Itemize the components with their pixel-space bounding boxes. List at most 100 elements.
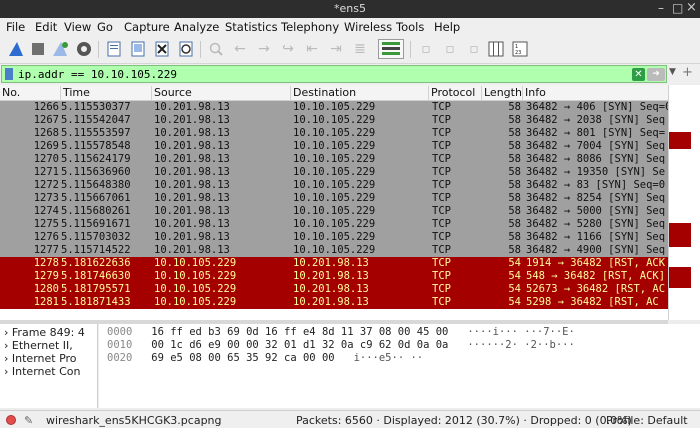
packet-row[interactable]: 1271 5.115636960 10.201.98.13 10.10.105.229… [0,166,668,179]
packet-row[interactable]: 1272 5.115648380 10.201.98.13 10.10.105.229… [0,179,668,192]
column-header-length[interactable]: Length [482,86,523,101]
packet-list-scrollbar[interactable] [668,85,700,320]
packet-cell-no: 1279 [33,270,59,282]
expand-icon[interactable]: › [4,339,8,352]
packet-cell-no: 1269 [33,140,59,152]
column-header-info[interactable]: Info [523,86,668,101]
packet-row[interactable]: 1274 5.115680261 10.201.98.13 10.10.105.229… [0,205,668,218]
menu-file[interactable]: File [6,20,25,34]
column-header-protocol[interactable]: Protocol [429,86,482,101]
packet-row[interactable]: 1267 5.115542047 10.201.98.13 10.10.105.229… [0,114,668,127]
menu-statistics[interactable]: Statistics [225,20,278,34]
find-packet-button[interactable] [206,39,226,59]
autoscroll-button[interactable]: ≣ [350,39,370,59]
packet-row[interactable]: 1273 5.115667061 10.201.98.13 10.10.105.229… [0,192,668,205]
display-filter-input[interactable] [18,67,628,81]
chevron-down-icon[interactable]: ▼ [669,67,676,77]
column-header-no[interactable]: No. [0,86,61,101]
expert-info-icon[interactable] [6,415,16,425]
colorize-button[interactable] [378,39,404,59]
edit-comment-icon[interactable]: ✎ [24,414,33,427]
packet-cell-dst: 10.201.98.13 [293,270,369,282]
autoscroll-icon: ≣ [354,41,366,57]
packet-row[interactable]: 1269 5.115578548 10.201.98.13 10.10.105.229… [0,140,668,153]
packet-cell-len: 54 [508,270,521,282]
close-button[interactable]: × [686,0,697,15]
packet-cell-no: 1275 [33,218,59,230]
add-filter-icon[interactable]: + [682,65,693,80]
packet-cell-time: 5.115542047 [61,114,131,126]
go-to-packet-button[interactable]: ↪ [278,39,298,59]
detail-row-icmp[interactable]: › Internet Con [4,365,80,378]
packet-cell-len: 58 [508,153,521,165]
packet-row[interactable]: 1279 5.181746630 10.10.105.229 10.201.98.13… [0,270,668,283]
packet-cell-info: 36482 → 4900 [SYN] Seq [526,244,666,256]
column-header-source[interactable]: Source [152,86,291,101]
open-file-button[interactable] [104,39,124,59]
stop-capture-button[interactable] [28,39,48,59]
packet-cell-dst: 10.201.98.13 [293,283,369,295]
packet-row[interactable]: 1277 5.115714522 10.201.98.13 10.10.105.229… [0,244,668,257]
column-header-destination[interactable]: Destination [291,86,429,101]
resize-columns-button[interactable] [486,39,506,59]
packet-cell-src: 10.201.98.13 [154,114,230,126]
last-packet-button[interactable]: ⇥ [326,39,346,59]
packet-cell-proto: TCP [432,283,451,295]
restart-capture-button[interactable] [50,39,70,59]
packet-row[interactable]: 1281 5.181871433 10.10.105.229 10.201.98.13… [0,296,668,309]
normal-size-button[interactable]: ▫ [464,39,484,59]
menu-telephony[interactable]: Telephony [281,20,339,34]
menu-view[interactable]: View [64,20,91,34]
zoom-in-button[interactable]: ▫ [416,39,436,59]
expand-icon[interactable]: › [4,326,8,339]
menu-help[interactable]: Help [434,20,460,34]
packet-row[interactable]: 1268 5.115553597 10.201.98.13 10.10.105.229… [0,127,668,140]
packet-cell-time: 5.181795571 [61,283,131,295]
clear-filter-icon[interactable]: ✕ [632,68,645,81]
start-capture-button[interactable] [6,39,26,59]
packet-row[interactable]: 1270 5.115624179 10.201.98.13 10.10.105.229… [0,153,668,166]
first-packet-icon: ⇤ [306,41,318,57]
packet-row[interactable]: 1280 5.181795571 10.10.105.229 10.201.98.13… [0,283,668,296]
menu-wireless[interactable]: Wireless [344,20,392,34]
packet-cell-no: 1266 [33,101,59,113]
detail-row-ethernet[interactable]: › Ethernet II, [4,339,73,352]
packet-row[interactable]: 1266 5.115530377 10.201.98.13 10.10.105.229… [0,101,668,114]
packet-cell-time: 5.115691671 [61,218,131,230]
expand-icon[interactable]: › [4,365,8,378]
go-back-button[interactable]: ← [230,39,250,59]
packet-cell-dst: 10.10.105.229 [293,218,376,230]
time-format-button[interactable]: 1 23 [510,39,530,59]
menu-tools[interactable]: Tools [396,20,424,34]
packet-cell-time: 5.181746630 [61,270,131,282]
menu-edit[interactable]: Edit [35,20,57,34]
detail-row-ip[interactable]: › Internet Pro [4,352,77,365]
reload-file-button[interactable] [176,39,196,59]
zoom-out-button[interactable]: ▫ [440,39,460,59]
packet-cell-len: 58 [508,127,521,139]
packet-row[interactable]: 1278 5.181622636 10.10.105.229 10.201.98.13… [0,257,668,270]
minimize-button[interactable]: – [658,1,664,15]
profile-label[interactable]: Profile: Default [606,414,688,427]
toolbar-separator [200,41,201,58]
capture-options-button[interactable] [74,39,94,59]
file-close-icon [155,41,169,57]
apply-filter-icon[interactable]: ➜ [647,68,665,81]
packet-row[interactable]: 1275 5.115691671 10.201.98.13 10.10.105.229… [0,218,668,231]
go-forward-button[interactable]: → [254,39,274,59]
bookmark-icon[interactable] [5,68,13,80]
maximize-button[interactable]: □ [672,1,683,15]
first-packet-button[interactable]: ⇤ [302,39,322,59]
expand-icon[interactable]: › [4,352,8,365]
close-file-button[interactable] [152,39,172,59]
menu-analyze[interactable]: Analyze [174,20,219,34]
save-file-button[interactable] [128,39,148,59]
packet-cell-src: 10.201.98.13 [154,231,230,243]
column-header-time[interactable]: Time [61,86,152,101]
menu-capture[interactable]: Capture [124,20,170,34]
packet-row[interactable]: 1276 5.115703032 10.201.98.13 10.10.105.229… [0,231,668,244]
packet-counts: Packets: 6560 · Displayed: 2012 (30.7%) … [296,414,632,427]
detail-row-frame[interactable]: › Frame 849: 4 [4,326,85,339]
stop-icon [32,43,44,55]
menu-go[interactable]: Go [97,20,113,34]
